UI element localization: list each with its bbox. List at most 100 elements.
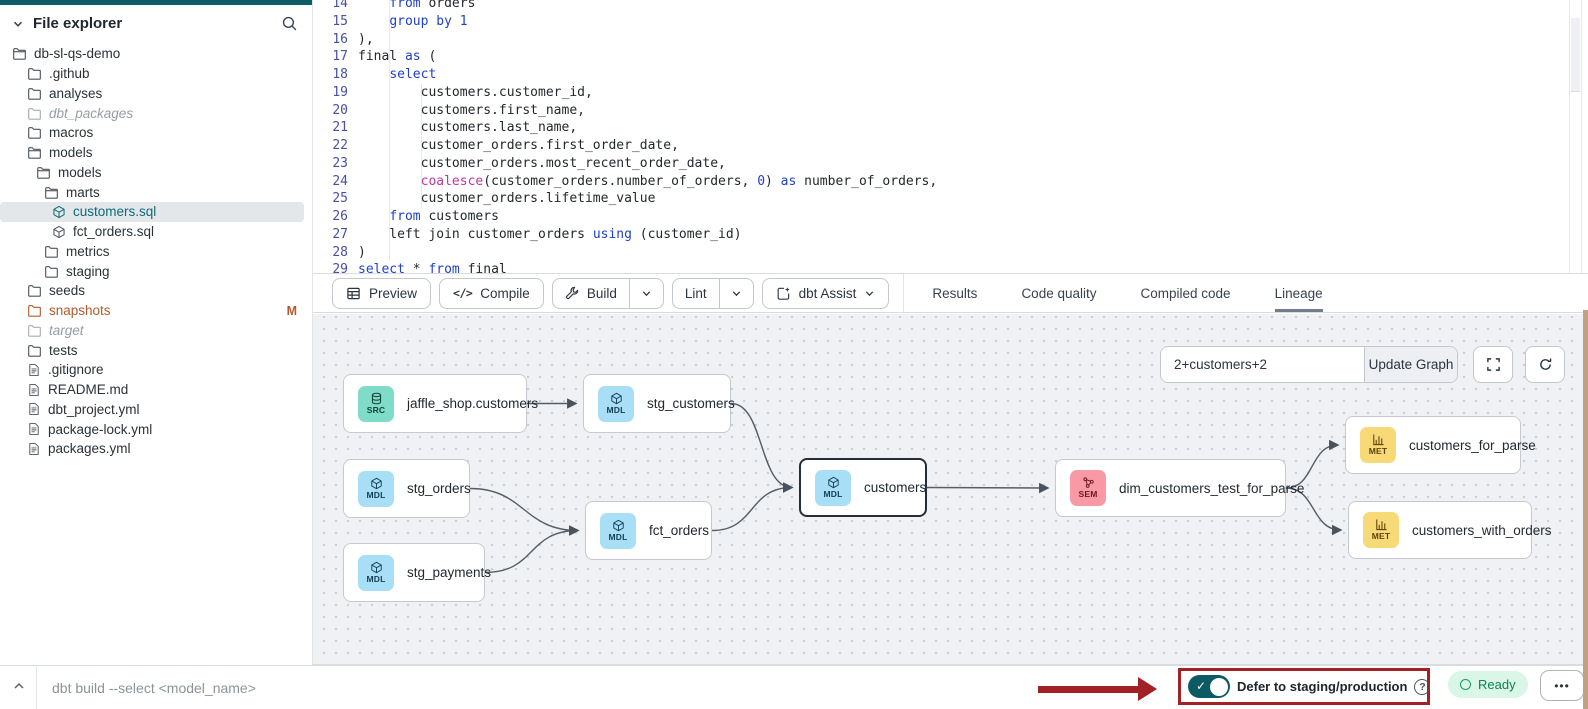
chevron-down-icon	[641, 288, 652, 299]
ready-dot-icon	[1460, 679, 1471, 690]
lineage-node-jaffle_shop_customers[interactable]: SRCjaffle_shop.customers	[343, 374, 527, 433]
tree-item-db-sl-qs-demo[interactable]: db-sl-qs-demo	[0, 44, 312, 64]
lint-button-group: Lint	[672, 278, 754, 309]
tree-item-fct-orders-sql[interactable]: fct_orders.sql	[0, 222, 312, 242]
tree-item-dbt-project-yml[interactable]: dbt_project.yml	[0, 400, 312, 420]
folder-icon	[27, 86, 42, 101]
code-line: 19 customers.customer_id,	[313, 84, 1566, 102]
tree-item-target[interactable]: target	[0, 321, 312, 341]
tree-item-analyses[interactable]: analyses	[0, 84, 312, 104]
wrench-icon	[565, 286, 579, 300]
chevron-down-icon[interactable]	[12, 18, 24, 30]
model-cube-icon: MDL	[815, 470, 851, 506]
line-number: 28	[313, 244, 348, 262]
tree-item-models[interactable]: models	[0, 143, 312, 163]
question-icon[interactable]: ?	[1414, 679, 1430, 695]
build-button[interactable]: Build	[553, 279, 629, 308]
lineage-node-customers[interactable]: MDLcustomers	[799, 458, 927, 517]
node-label: customers_for_parse	[1409, 438, 1536, 453]
tab-lineage[interactable]: Lineage	[1275, 274, 1323, 312]
tree-item-packages-yml[interactable]: packages.yml	[0, 439, 312, 459]
defer-toggle[interactable]: ✓	[1188, 675, 1230, 698]
tree-item-package-lock-yml[interactable]: package-lock.yml	[0, 419, 312, 439]
lineage-node-stg_orders[interactable]: MDLstg_orders	[343, 459, 470, 518]
tree-item-seeds[interactable]: seeds	[0, 281, 312, 301]
line-number: 19	[313, 84, 348, 102]
code-line: 27 left join customer_orders using (cust…	[313, 226, 1566, 244]
toolbar-divider	[903, 274, 904, 313]
tab-code-quality[interactable]: Code quality	[1021, 274, 1096, 312]
code-line: 20 customers.first_name,	[313, 102, 1566, 120]
lineage-node-stg_payments[interactable]: MDLstg_payments	[343, 543, 485, 602]
file-icon	[27, 422, 41, 436]
lineage-filter-input[interactable]	[1161, 347, 1364, 382]
lint-button[interactable]: Lint	[673, 279, 719, 308]
defer-label: Defer to staging/production	[1237, 679, 1407, 694]
tree-item-metrics[interactable]: metrics	[0, 242, 312, 262]
tree-item-tests[interactable]: tests	[0, 340, 312, 360]
tree-item-macros[interactable]: macros	[0, 123, 312, 143]
line-number: 14	[313, 0, 348, 13]
dbt-assist-button[interactable]: dbt Assist	[762, 278, 890, 309]
folder-icon	[27, 66, 42, 81]
metric-icon: MET	[1363, 512, 1399, 548]
node-label: dim_customers_test_for_parse	[1119, 481, 1304, 496]
build-dropdown[interactable]	[629, 279, 663, 308]
node-label: stg_customers	[647, 396, 735, 411]
lineage-node-dim_customers_test_for_parse[interactable]: SEMdim_customers_test_for_parse	[1055, 459, 1286, 517]
lineage-panel[interactable]: SRCjaffle_shop.customersMDLstg_customers…	[313, 314, 1588, 665]
code-lines: 14 from orders15 group by 116),17final a…	[313, 0, 1566, 273]
lineage-node-customers_with_orders[interactable]: METcustomers_with_orders	[1348, 501, 1532, 559]
editor-scrollbar[interactable]	[1569, 0, 1582, 273]
refresh-icon	[1538, 357, 1553, 372]
command-input[interactable]	[52, 666, 912, 709]
preview-button[interactable]: Preview	[332, 278, 431, 309]
file-icon	[27, 383, 41, 397]
lint-dropdown[interactable]	[719, 279, 753, 308]
tree-item-models[interactable]: models	[0, 163, 312, 183]
folder-icon	[36, 165, 51, 180]
node-label: customers_with_orders	[1412, 523, 1552, 538]
search-icon[interactable]	[281, 15, 298, 32]
lineage-node-stg_customers[interactable]: MDLstg_customers	[583, 374, 731, 433]
tree-item--gitignore[interactable]: .gitignore	[0, 360, 312, 380]
code-editor[interactable]: 14 from orders15 group by 116),17final a…	[313, 0, 1588, 273]
folder-icon	[12, 46, 27, 61]
tab-compiled-code[interactable]: Compiled code	[1141, 274, 1231, 312]
update-graph-button[interactable]: Update Graph	[1364, 347, 1457, 382]
folder-icon	[27, 125, 42, 140]
model-cube-icon: MDL	[598, 386, 634, 422]
refresh-button[interactable]	[1525, 346, 1565, 383]
model-icon	[52, 225, 66, 239]
folder-icon	[27, 343, 42, 358]
lineage-node-fct_orders[interactable]: MDLfct_orders	[585, 501, 712, 560]
code-line: 29select * from final	[313, 261, 1566, 273]
folder-icon	[27, 283, 42, 298]
tab-results[interactable]: Results	[932, 274, 977, 312]
tree-item-staging[interactable]: staging	[0, 261, 312, 281]
lineage-node-customers_for_parse[interactable]: METcustomers_for_parse	[1345, 416, 1521, 474]
modified-badge: M	[287, 304, 297, 318]
tree-item-readme-md[interactable]: README.md	[0, 380, 312, 400]
line-number: 24	[313, 173, 348, 191]
fullscreen-icon	[1486, 357, 1501, 372]
chevron-up-icon[interactable]	[12, 679, 26, 693]
chevron-down-icon	[731, 288, 742, 299]
tree-item--github[interactable]: .github	[0, 64, 312, 84]
scrollbar-thumb[interactable]	[1571, 18, 1580, 92]
model-icon	[52, 205, 66, 219]
node-label: fct_orders	[649, 523, 709, 538]
tree-item-dbt-packages[interactable]: dbt_packages	[0, 103, 312, 123]
chevron-down-icon	[864, 288, 875, 299]
line-number: 17	[313, 48, 348, 66]
tree-item-marts[interactable]: marts	[0, 182, 312, 202]
fullscreen-button[interactable]	[1473, 346, 1513, 383]
defer-annotation-box: ✓ Defer to staging/production ?	[1178, 668, 1430, 705]
tree-item-snapshots[interactable]: snapshotsM	[0, 301, 312, 321]
line-number: 23	[313, 155, 348, 173]
tree-item-customers-sql[interactable]: customers.sql	[0, 202, 304, 222]
code-line: 28)	[313, 244, 1566, 262]
ellipsis-menu-button[interactable]: •••	[1540, 670, 1584, 701]
compile-button[interactable]: </> Compile	[439, 278, 544, 309]
folder-icon	[27, 323, 42, 338]
